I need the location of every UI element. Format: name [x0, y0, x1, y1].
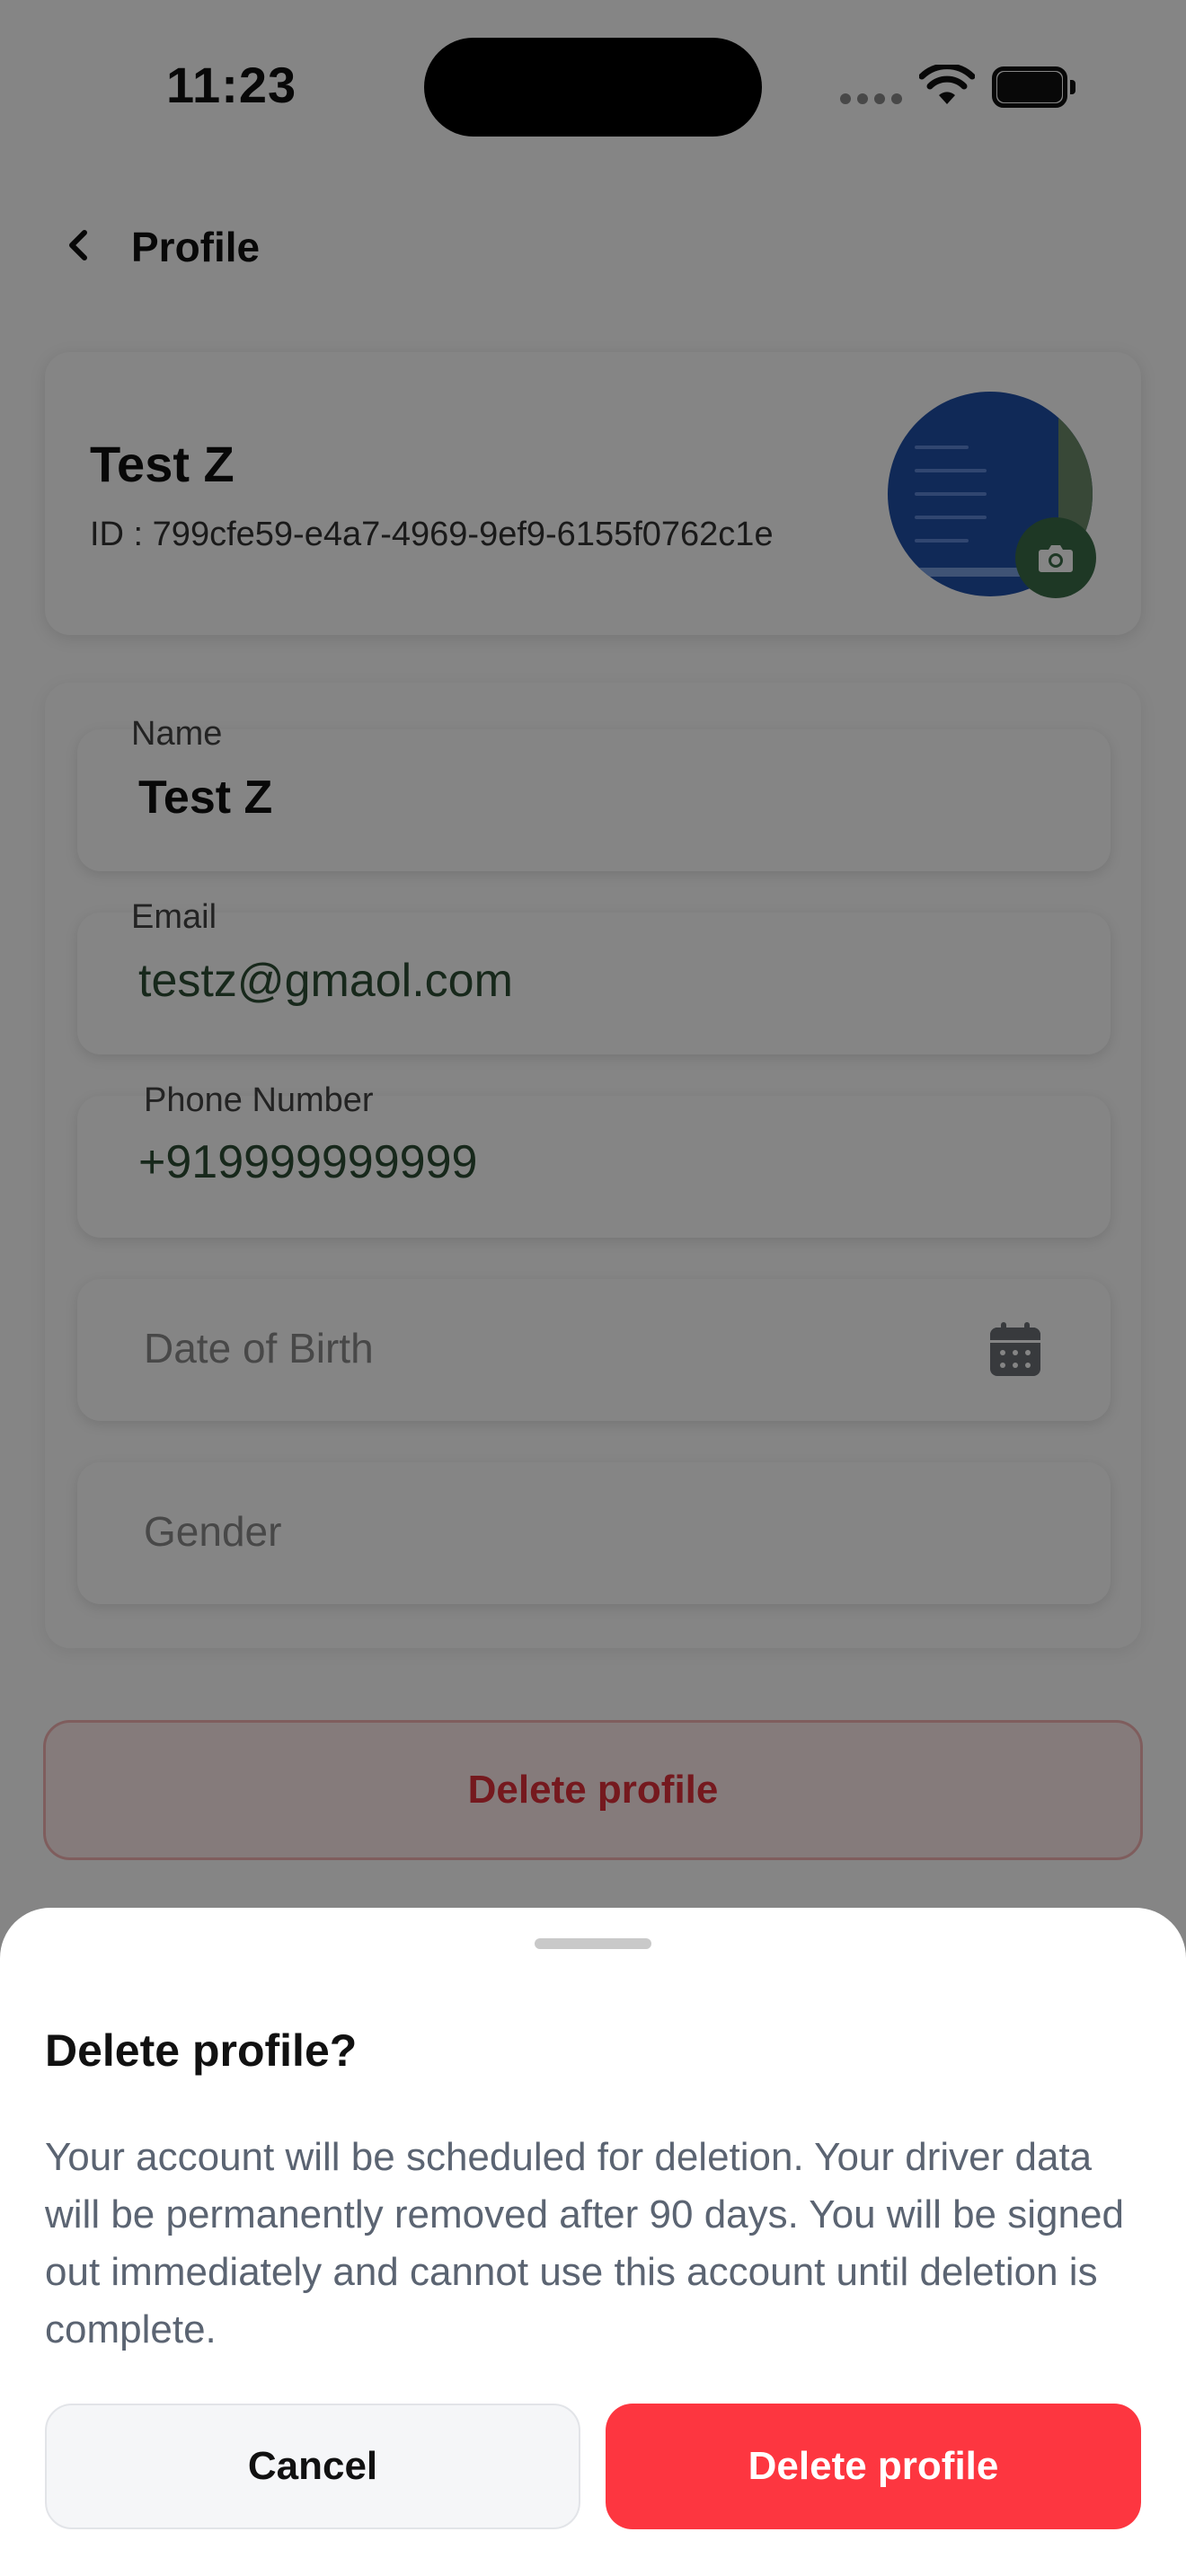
- cancel-button[interactable]: Cancel: [45, 2404, 580, 2529]
- sheet-drag-handle[interactable]: [535, 1938, 651, 1949]
- delete-confirmation-sheet: Delete profile? Your account will be sch…: [0, 1908, 1186, 2576]
- sheet-message: Your account will be scheduled for delet…: [45, 2135, 1124, 2351]
- profile-screen: 11:23 Profile Test Z ID : 799cfe59-e4a7-…: [0, 0, 1186, 2576]
- confirm-delete-profile-button[interactable]: Delete profile: [606, 2404, 1141, 2529]
- sheet-title: Delete profile?: [45, 2025, 358, 2076]
